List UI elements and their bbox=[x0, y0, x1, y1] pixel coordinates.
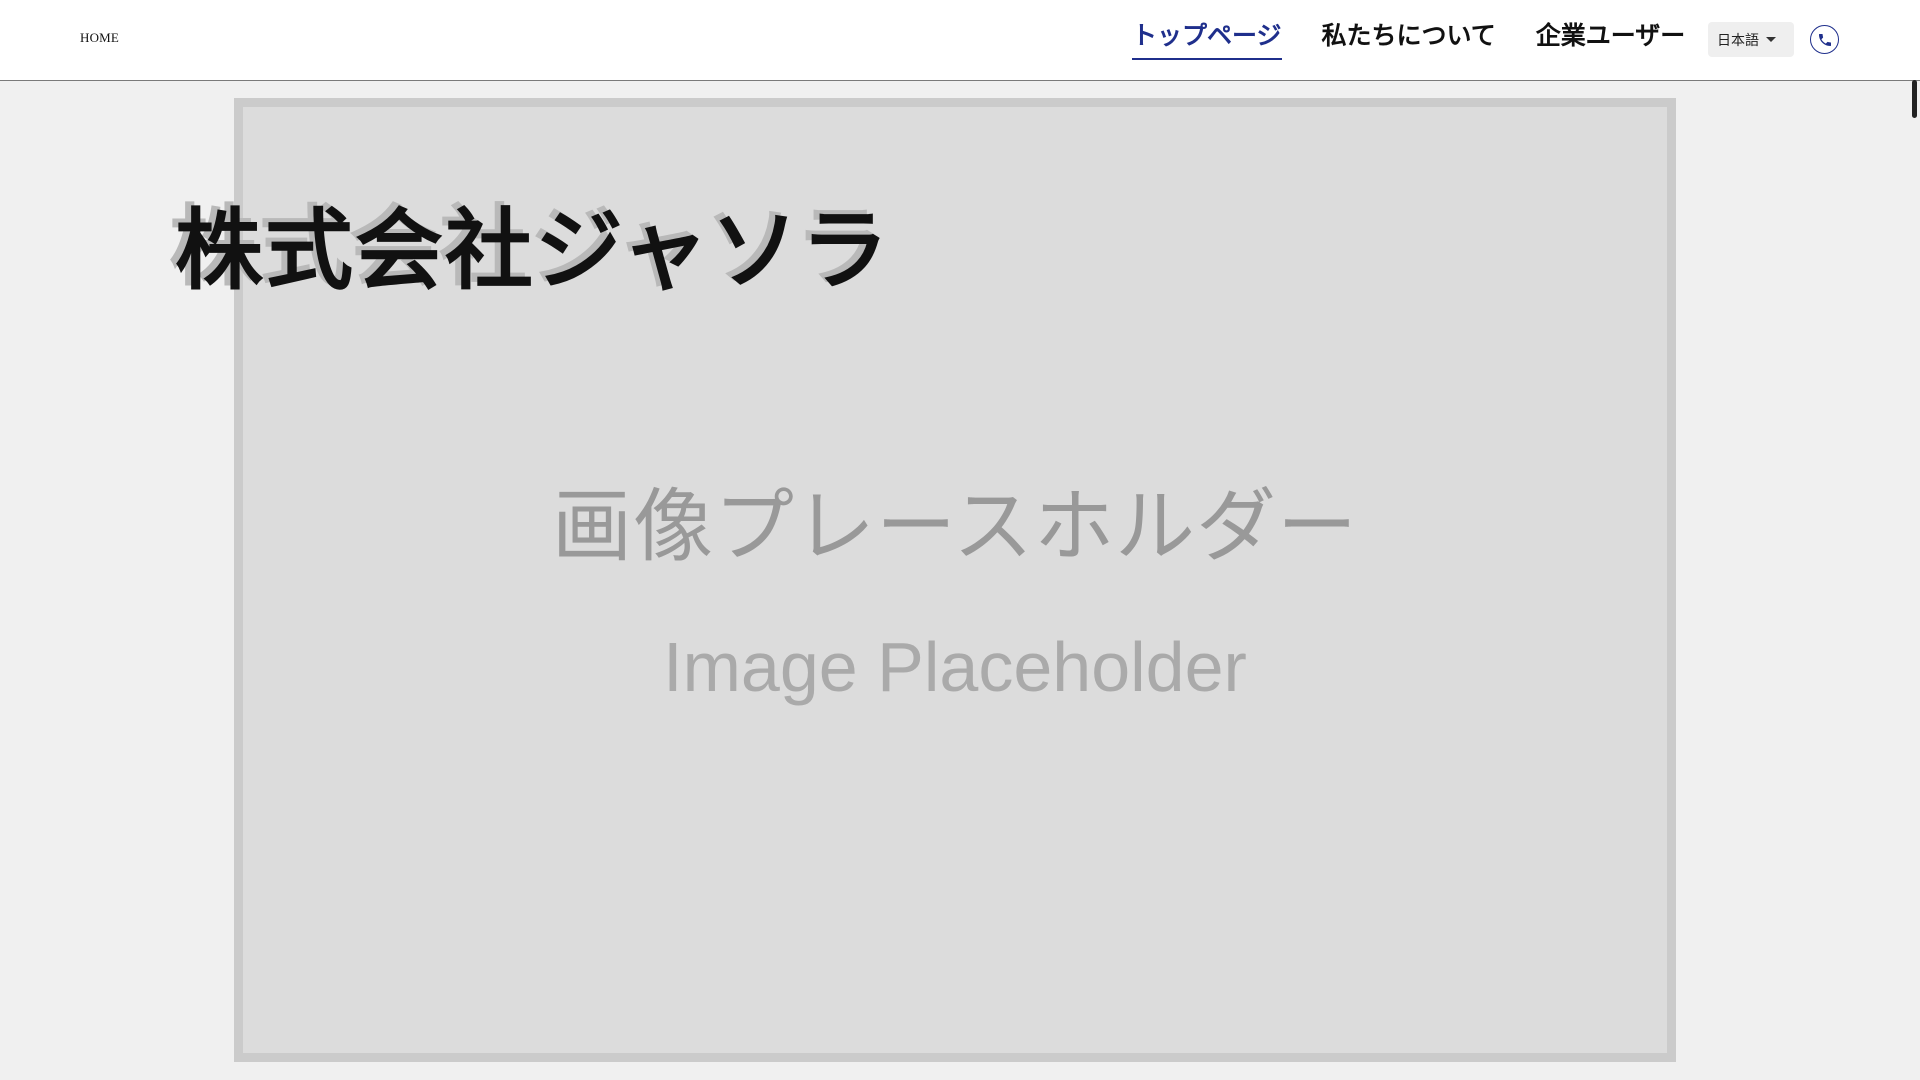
home-link[interactable]: HOME bbox=[80, 30, 119, 46]
language-select[interactable]: 日本語 bbox=[1708, 22, 1794, 57]
chevron-down-icon bbox=[1766, 37, 1776, 42]
phone-button[interactable] bbox=[1810, 25, 1839, 54]
company-name-heading: 株式会社ジャソラ bbox=[175, 199, 891, 302]
placeholder-text-japanese: 画像プレースホルダー bbox=[552, 480, 1358, 573]
nav-item-about-us[interactable]: 私たちについて bbox=[1322, 20, 1496, 60]
language-select-value: 日本語 bbox=[1717, 32, 1759, 49]
site-header: HOME トップページ 私たちについて 企業ユーザー 日本語 bbox=[0, 0, 1920, 81]
main-nav: トップページ 私たちについて 企業ユーザー bbox=[1132, 20, 1685, 60]
nav-item-business-users[interactable]: 企業ユーザー bbox=[1536, 20, 1686, 60]
phone-icon bbox=[1818, 33, 1831, 46]
scrollbar-thumb[interactable] bbox=[1912, 80, 1917, 118]
placeholder-text-english: Image Placeholder bbox=[663, 628, 1247, 706]
nav-item-top-page[interactable]: トップページ bbox=[1132, 20, 1282, 60]
scrollbar[interactable] bbox=[1910, 81, 1920, 1080]
